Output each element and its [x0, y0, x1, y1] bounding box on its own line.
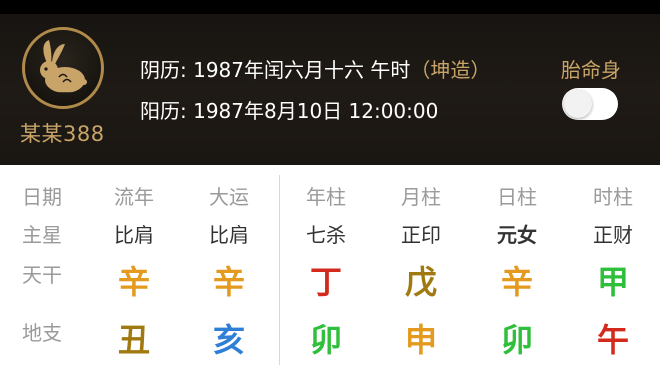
- tai-ming-shen-toggle[interactable]: [562, 88, 618, 120]
- column-header-dayun: 大运: [209, 185, 249, 209]
- main-star-day-pillar: 元女: [497, 223, 537, 247]
- column-header-year-pillar: 年柱: [306, 185, 346, 209]
- gender-tag: （坤造）: [410, 58, 491, 82]
- column-header-month-pillar: 月柱: [401, 185, 441, 209]
- stem-year-pillar[interactable]: 丁: [296, 262, 356, 302]
- avatar[interactable]: [22, 27, 104, 109]
- solar-date: 阳历: 1987年8月10日 12:00:00: [140, 99, 439, 123]
- branch-day-pillar[interactable]: 卯: [487, 320, 547, 360]
- branch-dayun[interactable]: 亥: [199, 320, 259, 360]
- column-header-day-pillar: 日柱: [497, 185, 537, 209]
- column-header-hour-pillar: 时柱: [593, 185, 633, 209]
- row-label-heavenly-stem: 天干: [22, 263, 62, 287]
- rabbit-zodiac-icon: [40, 40, 87, 94]
- row-label-date: 日期: [22, 185, 62, 209]
- branch-liunian[interactable]: 丑: [104, 320, 164, 360]
- status-bar: [0, 0, 660, 14]
- main-star-liunian: 比肩: [114, 223, 154, 247]
- stem-month-pillar[interactable]: 戊: [391, 262, 451, 302]
- branch-hour-pillar[interactable]: 午: [583, 320, 643, 360]
- bazi-header: 某某388 阴历: 1987年闰六月十六 午时（坤造） 阳历: 1987年8月1…: [0, 0, 660, 165]
- stem-dayun[interactable]: 辛: [199, 262, 259, 302]
- stem-hour-pillar[interactable]: 甲: [583, 262, 643, 302]
- stem-day-pillar[interactable]: 辛: [487, 262, 547, 302]
- toggle-knob[interactable]: [564, 90, 592, 118]
- column-divider: [279, 175, 280, 365]
- lunar-date: 阴历: 1987年闰六月十六 午时（坤造）: [140, 54, 490, 83]
- main-star-month-pillar: 正印: [401, 223, 441, 247]
- lunar-date-text: 阴历: 1987年闰六月十六 午时: [140, 58, 411, 82]
- column-header-liunian: 流年: [114, 185, 154, 209]
- main-star-hour-pillar: 正财: [593, 223, 633, 247]
- main-star-dayun: 比肩: [209, 223, 249, 247]
- stem-liunian[interactable]: 辛: [104, 262, 164, 302]
- branch-year-pillar[interactable]: 卯: [296, 320, 356, 360]
- branch-month-pillar[interactable]: 申: [391, 320, 451, 360]
- row-label-earthly-branch: 地支: [22, 321, 62, 345]
- main-star-year-pillar: 七杀: [306, 223, 346, 247]
- username: 某某388: [20, 122, 105, 146]
- toggle-label: 胎命身: [561, 58, 621, 82]
- row-label-main-star: 主星: [22, 223, 62, 247]
